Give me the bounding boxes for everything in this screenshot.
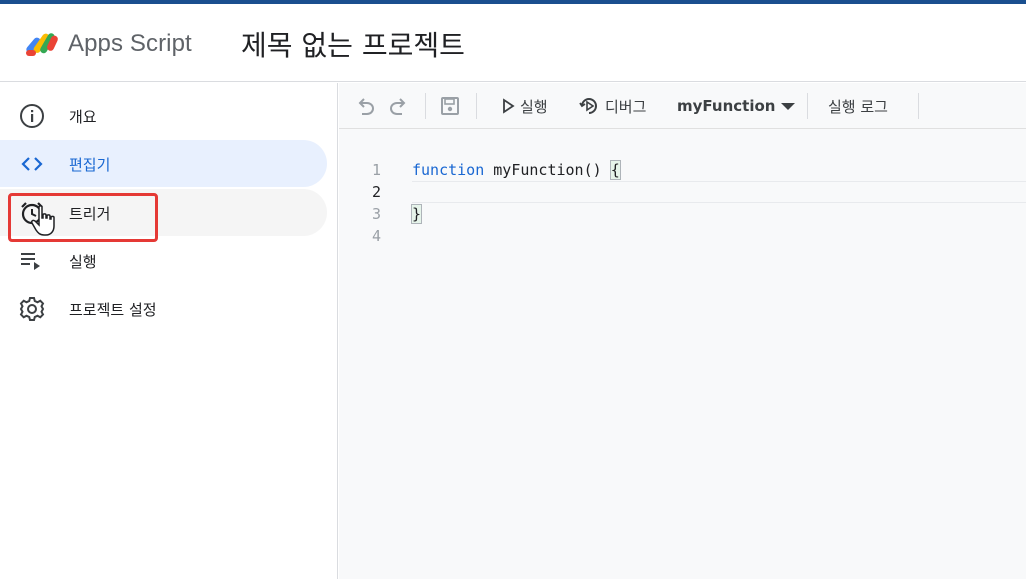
line-number: 3 (371, 205, 381, 223)
code-icon (21, 157, 43, 171)
sidebar-item-label: 프로젝트 설정 (69, 301, 157, 319)
apps-script-logo[interactable] (22, 28, 62, 60)
code-line[interactable]: 4 (339, 225, 1026, 247)
redo-button[interactable] (387, 93, 409, 119)
dropdown-arrow-icon (781, 103, 796, 110)
code-line[interactable]: 3 } (339, 203, 1026, 225)
app-name[interactable]: Apps Script (68, 30, 192, 58)
toolbar-divider (476, 93, 477, 119)
toolbar-divider (918, 93, 919, 119)
info-icon (20, 104, 44, 128)
toolbar-divider (425, 93, 426, 119)
executions-icon (21, 253, 40, 270)
close-brace: } (410, 204, 423, 224)
code-editor[interactable]: 1 function myFunction() { 2 3 } 4 (339, 159, 1026, 247)
line-number: 4 (371, 227, 381, 245)
debug-icon (579, 98, 597, 114)
execution-log-label: 실행 로그 (828, 97, 888, 116)
sidebar-item-executions[interactable]: 실행 (0, 237, 327, 284)
line-number: 2 (371, 183, 381, 201)
redo-icon (389, 98, 406, 115)
code-line-current[interactable]: 2 (339, 181, 1026, 203)
sidebar-item-label: 개요 (69, 108, 97, 126)
execution-log-button[interactable]: 실행 로그 (828, 93, 888, 119)
sidebar-item-editor[interactable]: 편집기 (0, 140, 327, 187)
editor-panel: 실행 디버그 myFunction 실행 로그 1 function myFun… (339, 83, 1026, 579)
play-icon (503, 98, 515, 114)
debug-button[interactable]: 디버그 (578, 93, 646, 119)
save-button[interactable] (439, 93, 461, 119)
toolbar-divider (807, 93, 808, 119)
project-title[interactable]: 제목 없는 프로젝트 (241, 24, 465, 64)
function-signature: myFunction() (484, 161, 611, 179)
function-select[interactable]: myFunction (677, 93, 797, 119)
code-line[interactable]: 1 function myFunction() { (339, 159, 1026, 181)
keyword: function (412, 161, 485, 179)
undo-icon (358, 98, 375, 115)
line-number: 1 (371, 161, 381, 179)
line-content: function myFunction() { (412, 160, 621, 180)
app-header: Apps Script 제목 없는 프로젝트 (0, 4, 1026, 82)
sidebar: 개요 편집기 트리거 실행 프로젝트 설정 (0, 83, 338, 579)
save-icon (441, 97, 459, 115)
gear-icon (19, 297, 45, 321)
current-line-highlight (412, 181, 1026, 203)
sidebar-item-overview[interactable]: 개요 (0, 92, 327, 139)
function-select-value: myFunction (677, 97, 776, 115)
open-brace: { (609, 160, 621, 180)
run-button[interactable]: 실행 (500, 93, 548, 119)
sidebar-item-label: 실행 (69, 253, 97, 271)
sidebar-item-label: 편집기 (69, 156, 111, 174)
sidebar-item-project-settings[interactable]: 프로젝트 설정 (0, 285, 327, 332)
debug-label: 디버그 (605, 97, 647, 116)
run-label: 실행 (520, 97, 548, 116)
undo-button[interactable] (355, 93, 377, 119)
hand-pointer-cursor-icon (31, 205, 55, 236)
editor-toolbar: 실행 디버그 myFunction 실행 로그 (339, 83, 1026, 129)
line-content: } (410, 204, 423, 224)
